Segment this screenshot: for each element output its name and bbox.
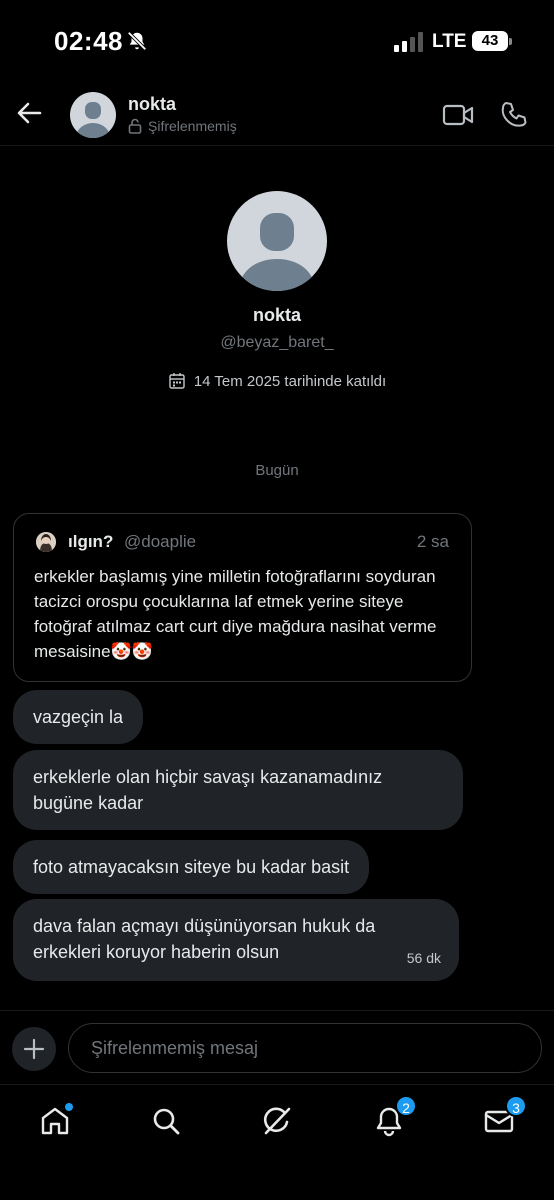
tab-search[interactable] (146, 1101, 186, 1141)
bell-off-icon (127, 31, 147, 51)
message-text: dava falan açmayı düşünüyorsan hukuk da … (33, 916, 376, 962)
message-text: foto atmayacaksın siteye bu kadar basit (33, 857, 350, 877)
battery-tip (509, 38, 512, 45)
profile-avatar[interactable] (227, 191, 327, 291)
user-photo-icon (36, 532, 56, 552)
message-bubble[interactable]: erkeklerle olan hiçbir savaşı kazanamadı… (13, 750, 463, 830)
back-arrow-icon[interactable] (12, 96, 46, 130)
profile-joined: 14 Tem 2025 tarihinde katıldı (0, 372, 554, 390)
message-bubble[interactable]: foto atmayacaksın siteye bu kadar basit (13, 840, 370, 894)
quoted-post-handle: @doaplie (124, 532, 197, 551)
profile-name: nokta (252, 305, 301, 325)
encryption-status: Şifrelenmemiş (128, 118, 237, 134)
signal-icon (394, 32, 423, 52)
video-call-icon[interactable] (442, 102, 474, 128)
message-bubble[interactable]: dava falan açmayı düşünüyorsan hukuk da … (13, 899, 459, 981)
tab-messages[interactable]: 3 (479, 1095, 527, 1141)
add-attachment-button[interactable] (12, 1027, 56, 1071)
grok-icon (263, 1107, 291, 1135)
message-text: vazgeçin la (33, 707, 124, 727)
search-icon (153, 1108, 180, 1135)
message-timestamp: 56 dk (406, 950, 441, 966)
tab-grok[interactable] (257, 1101, 297, 1141)
status-bar: 02:48 LTE 43 (0, 0, 554, 84)
message-text: erkeklerle olan hiçbir savaşı kazanamadı… (33, 767, 383, 813)
status-time: 02:48 (54, 26, 123, 56)
quoted-post-name: ılgın? (68, 532, 114, 551)
messages-badge: 3 (505, 1095, 527, 1117)
unlock-icon (128, 118, 142, 134)
joined-date: 14 Tem 2025 tarihinde katıldı (193, 372, 387, 390)
phone-call-icon[interactable] (500, 100, 528, 128)
notifications-badge: 2 (395, 1095, 417, 1117)
quoted-post-text: erkekler başlamış yine milletin fotoğraf… (34, 567, 437, 661)
bottom-tab-bar: 2 3 (0, 1084, 554, 1200)
conversation-header: nokta Şifrelenmemiş (0, 84, 554, 146)
header-name[interactable]: nokta (128, 94, 176, 115)
network-type: LTE (432, 31, 467, 52)
default-avatar-icon (76, 102, 110, 138)
calendar-icon (169, 373, 185, 389)
quoted-post[interactable]: ılgın? @doaplie 2 sa erkekler başlamış y… (13, 513, 472, 682)
header-avatar[interactable] (70, 92, 116, 138)
quoted-post-time: 2 sa (416, 532, 449, 551)
message-bubble[interactable]: vazgeçin la (13, 690, 144, 744)
battery-indicator: 43 (472, 31, 508, 51)
day-separator: Bugün (255, 462, 299, 479)
encryption-label: Şifrelenmemiş (148, 118, 237, 134)
profile-handle: @beyaz_baret_ (220, 334, 334, 351)
message-input[interactable] (68, 1023, 542, 1073)
default-avatar-icon (239, 213, 315, 291)
tab-notifications[interactable]: 2 (369, 1095, 417, 1141)
tab-home[interactable] (35, 1101, 75, 1141)
quoted-post-avatar (36, 532, 56, 552)
message-composer (0, 1010, 554, 1084)
plus-icon (23, 1038, 45, 1060)
dm-conversation-screen: 02:48 LTE 43 nokta Şifrelenmemiş nokta @… (0, 0, 554, 1200)
home-unread-dot (65, 1103, 73, 1111)
